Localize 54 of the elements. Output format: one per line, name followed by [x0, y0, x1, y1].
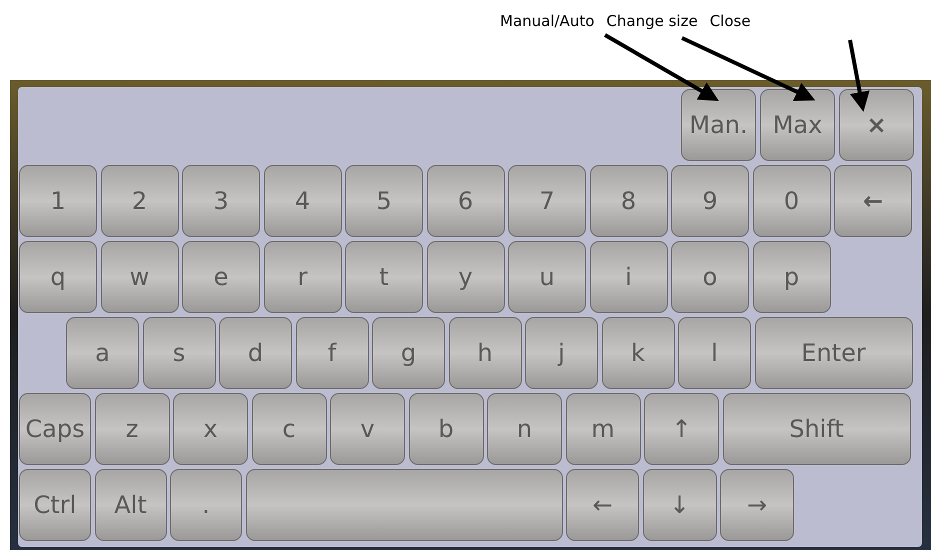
keyboard-key[interactable]: 2 [100, 165, 178, 237]
keyboard-key[interactable]: 9 [671, 165, 749, 237]
keyboard-key[interactable]: u [508, 241, 586, 313]
icon-key[interactable]: × [839, 89, 914, 161]
keyboard-key[interactable]: w [100, 241, 178, 313]
keyboard-key[interactable]: Man. [681, 89, 756, 161]
keyboard-key[interactable]: o [671, 241, 749, 313]
icon-key[interactable]: ← [834, 165, 912, 237]
keyboard-key[interactable]: g [372, 317, 445, 389]
keyboard-key[interactable]: f [296, 317, 368, 389]
keyboard-key[interactable]: x [173, 393, 248, 465]
keyboard-key[interactable]: Alt [94, 469, 166, 541]
keyboard-key[interactable]: i [590, 241, 668, 313]
keyboard-key[interactable]: 1 [19, 165, 97, 237]
keyboard-key[interactable]: n [487, 393, 562, 465]
keyboard-key[interactable]: d [219, 317, 292, 389]
keyboard-key[interactable]: e [182, 241, 260, 313]
keyboard-key[interactable]: t [345, 241, 423, 313]
keyboard-key[interactable]: h [448, 317, 522, 389]
keyboard-key[interactable]: Ctrl [19, 469, 91, 541]
keyboard-key[interactable]: s [142, 317, 216, 389]
keyboard-key[interactable]: Caps [19, 393, 91, 465]
keyboard-key[interactable]: p [752, 241, 830, 313]
keyboard-key[interactable]: 5 [345, 165, 423, 237]
annotation-label: Close [710, 11, 751, 32]
keyboard-key[interactable]: ↑ [644, 393, 719, 465]
annotation-label: Change size [606, 11, 698, 32]
keyboard-key[interactable]: m [566, 393, 640, 465]
keyboard-key[interactable]: 3 [182, 165, 260, 237]
keyboard-key[interactable]: 7 [508, 165, 586, 237]
keyboard-key[interactable]: 8 [590, 165, 668, 237]
space-key[interactable] [246, 469, 562, 541]
keyboard-key[interactable]: v [330, 393, 405, 465]
keyboard-key[interactable]: a [66, 317, 139, 389]
keyboard-key[interactable]: r [264, 241, 342, 313]
keyboard-key[interactable]: c [252, 393, 326, 465]
keyboard-key[interactable]: b [408, 393, 484, 465]
keyboard-key[interactable]: 4 [264, 165, 342, 237]
keyboard-key[interactable]: y [426, 241, 504, 313]
keyboard-key[interactable]: l [678, 317, 751, 389]
keyboard-key[interactable]: 6 [426, 165, 504, 237]
keyboard-key[interactable]: . [170, 469, 242, 541]
keyboard-key[interactable]: ← [566, 469, 639, 541]
keyboard-key[interactable]: ↓ [642, 469, 716, 541]
keyboard-key[interactable]: q [19, 241, 97, 313]
keyboard-key[interactable]: k [602, 317, 674, 389]
keyboard-key[interactable]: 0 [752, 165, 830, 237]
keyboard-key[interactable]: Max [760, 89, 835, 161]
keyboard-key[interactable]: j [525, 317, 598, 389]
keyboard-key[interactable]: z [94, 393, 170, 465]
annotation-label: Manual/Auto [500, 11, 594, 32]
keyboard-key[interactable]: Enter [754, 317, 912, 389]
keyboard-key[interactable]: Shift [722, 393, 910, 465]
keyboard-key[interactable]: → [720, 469, 794, 541]
